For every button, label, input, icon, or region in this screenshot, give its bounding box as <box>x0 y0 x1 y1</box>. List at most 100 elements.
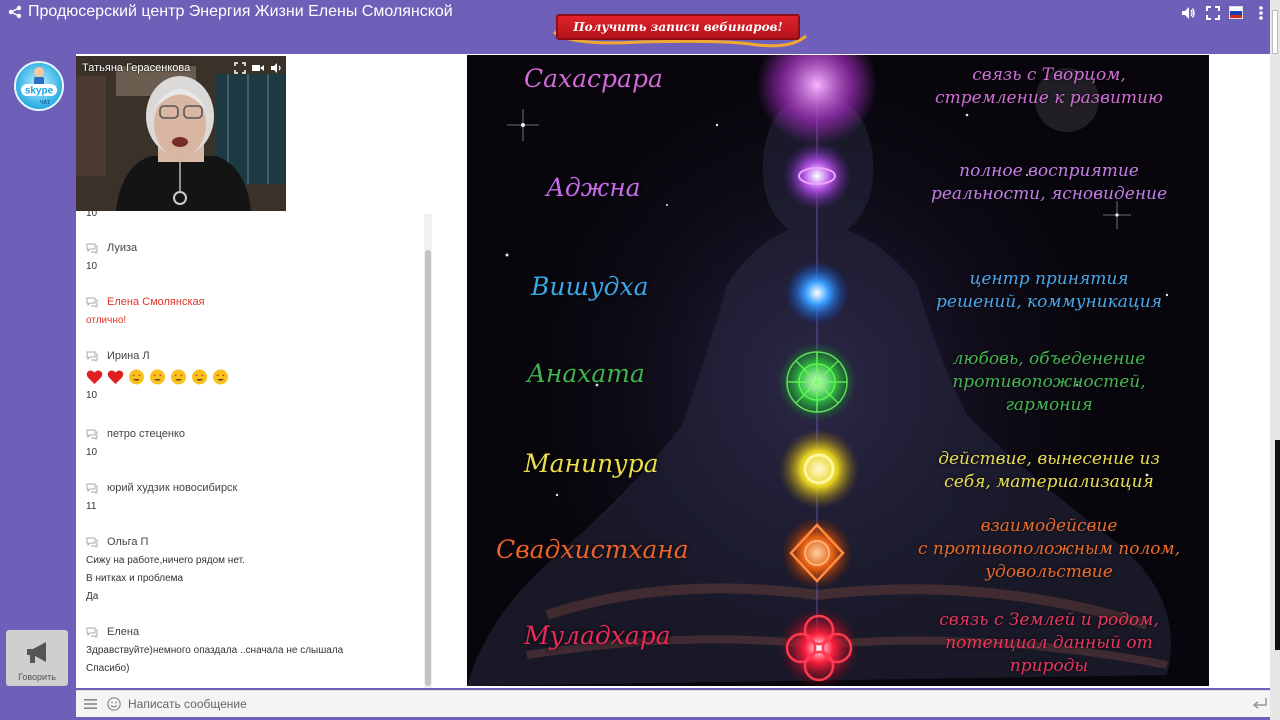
chat-bubble-icon <box>86 483 98 494</box>
heart-eyes-smile-icon <box>213 369 228 385</box>
desc-line: центр принятия <box>969 269 1129 289</box>
chat-bubble-icon <box>86 537 98 548</box>
volume-icon[interactable] <box>270 62 282 74</box>
desc-line: действие, вынесение из <box>938 449 1160 469</box>
chakra-desc-anahata: любовь, объеденение противопожностей, га… <box>899 348 1199 417</box>
heart-icon <box>86 370 103 384</box>
presenter-video-frame <box>76 56 286 211</box>
desc-line: с противоположным полом, <box>917 539 1181 559</box>
chat-message: петро стеценко 10 <box>86 427 416 459</box>
chat-message-list[interactable]: 10 Луиза 10 Елена Смолянская отлично! Ир… <box>76 211 424 688</box>
chat-message: Луиза 10 <box>86 241 416 273</box>
page-title: Продюсерский центр Энергия Жизни Елены С… <box>28 3 453 20</box>
desc-line: потенциал данный от <box>945 633 1153 653</box>
message-text: Сижу на работе,ничего рядом нет. <box>86 555 245 566</box>
chakra-desc-manipura: действие, вынесение из себя, материализа… <box>899 448 1199 494</box>
speak-button[interactable]: Говорить <box>6 630 68 686</box>
message-text: отлично! <box>86 315 127 326</box>
chakra-desc-sahasrara: связь с Творцом, стремление к развитию <box>899 64 1199 110</box>
chakra-name-manipura: Манипура <box>524 449 659 478</box>
get-recordings-button[interactable]: Получить записи вебинаров! <box>556 14 800 40</box>
heart-eyes-smile-icon <box>129 369 144 385</box>
chat-bubble-icon <box>86 627 98 638</box>
message-author: петро стеценко <box>107 428 185 440</box>
message-author: Елена Смолянская <box>107 296 205 308</box>
desc-line: связь с Творцом, <box>972 65 1126 85</box>
message-author: Ирина Л <box>107 350 150 362</box>
chat-message: Елена Смолянская отлично! <box>86 295 416 327</box>
chat-message: Ирина Л 10 <box>86 349 416 402</box>
desc-line: природы <box>1009 656 1089 676</box>
desc-line: удовольствие <box>985 562 1113 582</box>
chakra-name-vishuddha: Вишудха <box>531 272 649 301</box>
megaphone-icon <box>27 642 46 663</box>
presenter-name: Татьяна Герасенкова <box>82 62 191 74</box>
top-bar: Продюсерский центр Энергия Жизни Елены С… <box>0 0 1280 52</box>
heart-eyes-smile-icon <box>150 369 165 385</box>
speak-label: Говорить <box>18 672 56 682</box>
desc-line: противопожностей, <box>952 372 1146 392</box>
desc-line: любовь, объеденение <box>952 349 1146 369</box>
emoji-row <box>86 369 416 385</box>
previous-message-text: 10 <box>86 211 98 219</box>
smile-icon[interactable] <box>107 697 121 711</box>
desc-line: взаимодейсвие <box>980 516 1118 536</box>
chakra-name-ajna: Аджна <box>546 173 641 202</box>
flag-ru-icon[interactable] <box>1229 6 1243 19</box>
message-text: 10 <box>86 447 98 458</box>
chakra-name-sahasrara: Сахасрара <box>524 64 663 93</box>
message-text: В нитках и проблема <box>86 573 184 584</box>
skype-sub-text: ЧАТ <box>40 100 50 106</box>
message-input-bar <box>76 690 1270 717</box>
chakra-name-anahata: Анахата <box>527 359 645 388</box>
send-enter-icon[interactable] <box>1252 697 1268 711</box>
page-scrollbar-thumb[interactable] <box>1272 10 1278 54</box>
chat-bubble-icon <box>86 351 98 362</box>
chakra-desc-ajna: полное восприятие реальности, ясновидени… <box>899 160 1199 206</box>
share-icon[interactable] <box>8 5 22 19</box>
camera-icon[interactable] <box>252 62 264 74</box>
chat-message: юрий худзик новосибирск 11 <box>86 481 416 513</box>
heart-eyes-smile-icon <box>171 369 186 385</box>
heart-icon <box>107 370 124 384</box>
sound-icon[interactable] <box>1180 5 1196 21</box>
fullscreen-icon[interactable] <box>1205 5 1221 21</box>
presenter-video[interactable]: Татьяна Герасенкова <box>76 56 286 211</box>
message-text: 10 <box>86 390 98 401</box>
message-text: Спасибо) <box>86 663 130 674</box>
desc-line: гармония <box>1005 395 1093 415</box>
chat-bubble-icon <box>86 243 98 254</box>
chat-message: Елена Здравствуйте)немного опаздала ..сн… <box>86 625 416 675</box>
message-author: юрий худзик новосибирск <box>107 482 238 494</box>
message-text: Да <box>86 591 99 602</box>
promo-banner: Получить записи вебинаров! <box>550 8 810 50</box>
chakra-desc-vishuddha: центр принятия решений, коммуникация <box>899 268 1199 314</box>
desc-line: реальности, ясновидение <box>930 184 1168 204</box>
chat-bubble-icon <box>86 429 98 440</box>
message-text: Здравствуйте)немного опаздала ..сначала … <box>86 645 344 656</box>
presentation-slide: Сахасрара Аджна Вишудха Анахата Манипура… <box>467 55 1209 686</box>
message-author: Ольга П <box>107 536 149 548</box>
heart-eyes-smile-icon <box>192 369 207 385</box>
chakra-desc-muladhara: связь с Землей и родом, потенциал данный… <box>899 609 1199 678</box>
chakra-desc-svadhisthana: взаимодейсвие с противоположным полом, у… <box>899 515 1199 584</box>
desc-line: стремление к развитию <box>935 88 1163 108</box>
message-author: Елена <box>107 626 140 638</box>
chat-bubble-icon <box>86 297 98 308</box>
skype-brand-text: skype <box>25 86 54 97</box>
menu-icon[interactable] <box>84 698 97 710</box>
message-text: 11 <box>86 501 97 512</box>
more-icon[interactable] <box>1254 5 1268 21</box>
desc-line: полное восприятие <box>959 161 1139 181</box>
desc-line: себя, материализация <box>944 472 1154 492</box>
skype-chat-logo: skype ЧАТ <box>14 61 64 111</box>
chakra-name-svadhisthana: Свадхистхана <box>496 535 689 564</box>
desc-line: решений, коммуникация <box>936 292 1162 312</box>
expand-icon[interactable] <box>234 62 246 74</box>
message-input[interactable] <box>128 693 1228 715</box>
chakra-name-muladhara: Муладхара <box>524 621 671 650</box>
message-author: Луиза <box>107 242 138 254</box>
desc-line: связь с Землей и родом, <box>939 610 1159 630</box>
chat-message: Ольга П Сижу на работе,ничего рядом нет.… <box>86 535 416 603</box>
chat-scrollbar-thumb[interactable] <box>425 250 431 686</box>
